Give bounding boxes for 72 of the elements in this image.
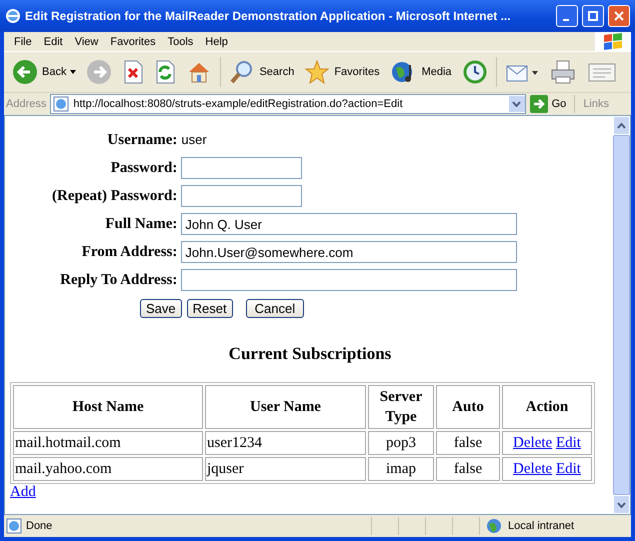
clock-icon (462, 59, 488, 85)
field-label: (Repeat) Password: (52, 188, 178, 204)
go-button[interactable]: Go (530, 95, 576, 113)
table-cell: mail.hotmail.com (13, 431, 203, 455)
close-button[interactable] (608, 5, 630, 27)
chevron-down-icon (617, 502, 626, 508)
stop-icon (122, 60, 144, 84)
menu-item[interactable]: Favorites (104, 36, 162, 48)
input-field[interactable] (181, 157, 302, 179)
input-field[interactable] (181, 269, 518, 291)
media-button[interactable]: Media (386, 59, 456, 85)
chevron-up-icon (617, 122, 626, 128)
menu-item[interactable]: Help (199, 36, 234, 48)
table-cell: jquser (205, 457, 366, 481)
add-link[interactable]: Add (10, 484, 36, 500)
action-link[interactable]: Edit (556, 434, 581, 450)
address-label: Address (6, 98, 46, 110)
table-cell: false (436, 457, 500, 481)
field-label: Full Name: (105, 216, 178, 232)
chevron-down-icon (512, 101, 522, 107)
dropdown-button[interactable] (508, 96, 525, 112)
input-field[interactable]: John.User@somewhere.com (181, 241, 518, 263)
action-link[interactable]: Delete (513, 434, 552, 450)
page-icon (6, 518, 22, 534)
star-icon (304, 59, 330, 85)
action-link[interactable]: Edit (556, 460, 581, 476)
zone-text: Local intranet (508, 520, 574, 532)
table-cell: false (436, 431, 500, 455)
column-header: Host Name (13, 385, 203, 429)
status-text: Done (26, 520, 52, 532)
address-field[interactable]: http://localhost:8080/struts-example/editRegistration.do?action=Edit (50, 94, 526, 114)
column-header: Auto (436, 385, 500, 429)
minimize-button[interactable] (556, 5, 578, 27)
username-value: user (181, 132, 207, 146)
windows-flag-icon (602, 30, 624, 52)
input-field[interactable]: John Q. User (181, 213, 518, 235)
form-button[interactable]: Save (140, 298, 182, 318)
menu-item[interactable]: View (68, 36, 104, 48)
field-label: From Address: (82, 244, 178, 260)
menu-item[interactable]: Edit (38, 36, 69, 48)
favorites-button[interactable]: Favorites (300, 59, 384, 85)
minimize-icon (563, 19, 569, 21)
table-cell: user1234 (205, 431, 366, 455)
column-header: Server Type (368, 385, 434, 429)
caret-icon (70, 70, 76, 74)
table-cell: mail.yahoo.com (13, 457, 203, 481)
globe-icon (486, 518, 504, 534)
action-link[interactable]: Delete (513, 460, 552, 476)
field-label: Password: (110, 160, 178, 176)
close-icon (614, 11, 624, 21)
menu-item[interactable]: File (8, 36, 38, 48)
browser-logo-icon (5, 8, 21, 24)
field-label: Reply To Address: (60, 272, 178, 288)
maximize-icon (588, 11, 598, 21)
maximize-button[interactable] (582, 5, 604, 27)
refresh-icon (154, 60, 176, 84)
page-icon (53, 96, 70, 112)
column-header: Action (502, 385, 592, 429)
scrollbar[interactable] (613, 116, 630, 514)
table-cell: imap (368, 457, 434, 481)
printer-icon (548, 59, 577, 85)
search-button[interactable]: Search (225, 59, 298, 85)
menu-item[interactable]: Tools (162, 36, 200, 48)
form-button[interactable]: Cancel (246, 298, 304, 318)
back-button[interactable]: Back (8, 59, 80, 85)
table-cell: pop3 (368, 431, 434, 455)
section-heading: Current Subscriptions (228, 344, 392, 364)
field-label: Username: (107, 132, 178, 148)
input-field[interactable] (181, 185, 302, 207)
form-button[interactable]: Reset (186, 298, 233, 318)
window-title: Edit Registration for the MailReader Demonstration Application - Microsoft Internet ... (25, 9, 512, 23)
column-header: User Name (205, 385, 366, 429)
